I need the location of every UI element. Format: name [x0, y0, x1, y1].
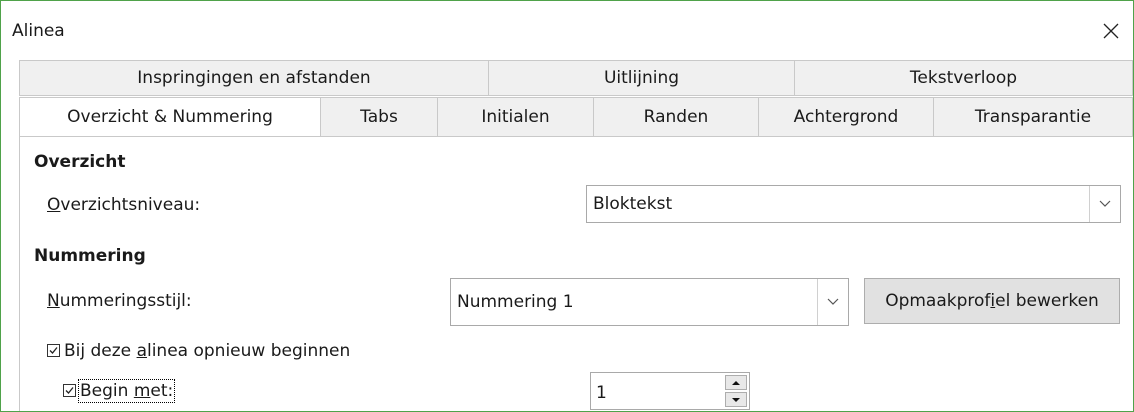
triangle-down-icon: [732, 397, 740, 402]
outline-level-label: Overzichtsniveau:: [47, 195, 200, 215]
begin-with-checkbox[interactable]: [63, 384, 76, 397]
button-text: el bewerken: [995, 291, 1099, 311]
numbering-style-label: Nummeringsstijl:: [47, 291, 192, 311]
tab-background[interactable]: Achtergrond: [759, 97, 934, 137]
spin-up-button[interactable]: [725, 375, 747, 390]
dialog-title: Alinea: [12, 21, 65, 41]
tab-row-1: Inspringingen en afstanden Uitlijning Te…: [19, 60, 1133, 96]
tab-tabs[interactable]: Tabs: [321, 97, 438, 137]
tab-outline-numbering[interactable]: Overzicht & Nummering: [19, 97, 321, 137]
numbering-style-value: Nummering 1: [457, 292, 574, 312]
tab-label: Uitlijning: [603, 68, 680, 88]
close-button[interactable]: [1089, 11, 1133, 51]
begin-with-value: 1: [596, 383, 607, 403]
begin-with-spinner[interactable]: 1: [590, 372, 750, 410]
checkmark-icon: [49, 347, 58, 354]
tab-label: Inspringingen en afstanden: [137, 68, 371, 88]
spin-down-button[interactable]: [725, 392, 747, 407]
tab-panel: [19, 136, 1133, 411]
checkbox-label: Begin: [80, 381, 134, 401]
tab-row-2: Overzicht & Nummering Tabs Initialen Ran…: [19, 97, 1133, 137]
label-text: verzichtsniveau:: [60, 195, 201, 215]
label-text: ummeringsstijl:: [59, 291, 192, 311]
chevron-down-icon[interactable]: [817, 279, 848, 325]
checkbox-label: linea opnieuw beginnen: [146, 341, 351, 361]
restart-numbering-option[interactable]: Bij deze alinea opnieuw beginnen: [47, 341, 350, 361]
checkbox-label: et:: [150, 381, 174, 401]
spin-buttons: [725, 375, 747, 407]
button-text: Opmaakprof: [885, 291, 991, 311]
dialog-window: Alinea Inspringingen en afstanden Uitlij…: [0, 0, 1134, 412]
tab-text-flow[interactable]: Tekstverloop: [795, 60, 1133, 96]
accel-key: a: [136, 341, 147, 361]
numbering-style-select[interactable]: Nummering 1: [450, 278, 849, 326]
tab-transparency[interactable]: Transparantie: [934, 97, 1133, 137]
outline-level-select[interactable]: Bloktekst: [586, 185, 1121, 223]
checkmark-icon: [65, 387, 74, 394]
outline-heading: Overzicht: [34, 152, 126, 172]
tab-label: Transparantie: [974, 107, 1092, 127]
numbering-heading: Nummering: [34, 246, 146, 266]
checkbox-label: Bij deze: [64, 341, 137, 361]
tab-label: Achtergrond: [793, 107, 899, 127]
tab-drop-caps[interactable]: Initialen: [438, 97, 594, 137]
title-bar: Alinea: [1, 1, 1133, 51]
tab-label: Overzicht & Nummering: [67, 107, 273, 127]
tab-label: Randen: [643, 107, 709, 127]
begin-with-option[interactable]: Begin met:: [63, 379, 176, 403]
tab-borders[interactable]: Randen: [594, 97, 759, 137]
begin-with-label: Begin met:: [77, 379, 176, 403]
chevron-down-icon[interactable]: [1089, 186, 1120, 222]
tab-indents-spacing[interactable]: Inspringingen en afstanden: [19, 60, 489, 96]
tab-alignment[interactable]: Uitlijning: [489, 60, 795, 96]
tab-label: Initialen: [481, 107, 550, 127]
tab-label: Tabs: [360, 107, 398, 127]
triangle-up-icon: [732, 380, 740, 385]
restart-checkbox[interactable]: [47, 344, 60, 357]
accel-key: O: [47, 195, 61, 215]
accel-key: m: [133, 381, 151, 401]
tab-label: Tekstverloop: [909, 68, 1018, 88]
edit-style-button[interactable]: Opmaakprof i el bewerken: [864, 278, 1120, 324]
accel-key: N: [47, 291, 60, 311]
close-icon: [1103, 23, 1119, 39]
outline-level-value: Bloktekst: [593, 194, 673, 214]
